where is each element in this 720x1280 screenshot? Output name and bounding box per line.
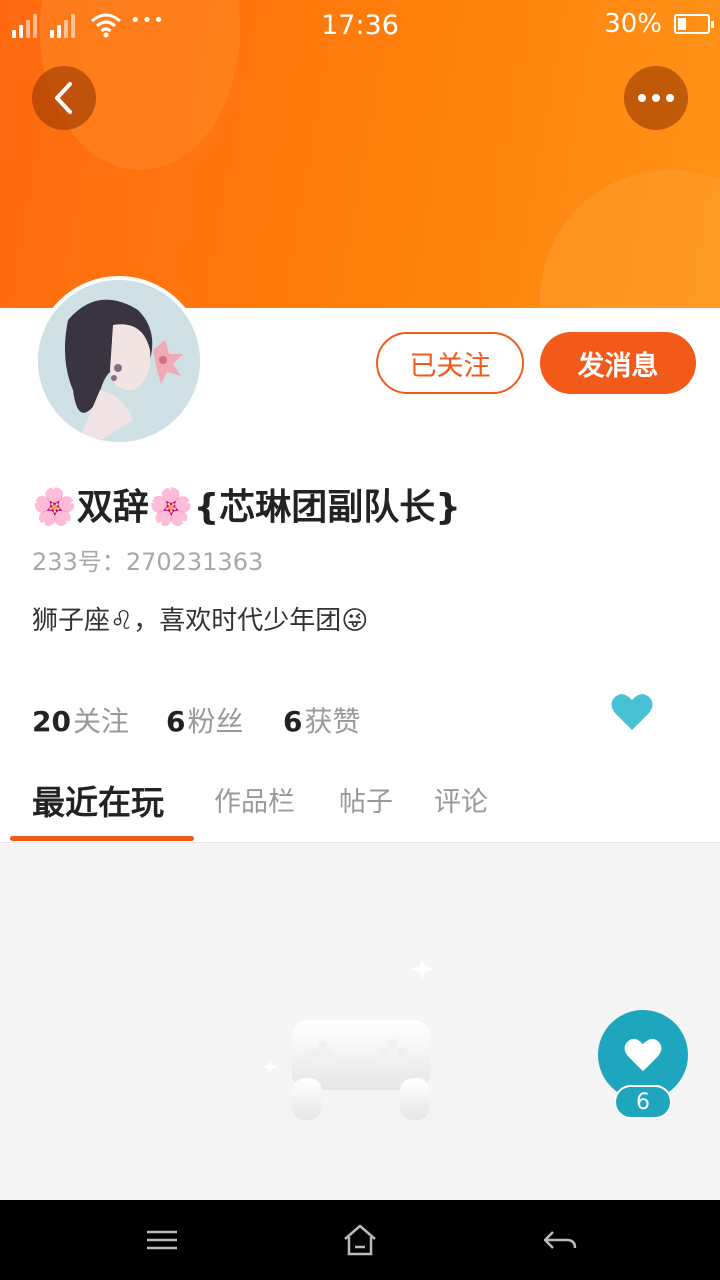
more-options-button[interactable]	[624, 66, 688, 130]
menu-icon[interactable]	[142, 1220, 182, 1260]
following-stat[interactable]: 20关注	[32, 700, 129, 740]
avatar[interactable]	[34, 276, 204, 446]
user-id-label: 233号：	[32, 548, 126, 576]
system-nav-bar	[0, 1200, 720, 1280]
home-icon[interactable]	[340, 1220, 380, 1260]
status-bar: ••• 17:36 30%	[0, 0, 720, 52]
back-button[interactable]	[32, 66, 96, 130]
likes-count: 6	[283, 705, 303, 738]
heart-icon	[624, 1038, 662, 1072]
user-id: 233号：270231363	[32, 542, 263, 577]
more-dots-icon	[638, 94, 674, 102]
user-id-value: 270231363	[125, 548, 264, 576]
likes-stat[interactable]: 6获赞	[283, 700, 361, 740]
send-message-button[interactable]: 发消息	[540, 332, 696, 394]
following-label: 关注	[72, 705, 129, 738]
followed-button[interactable]: 已关注	[376, 332, 524, 394]
following-count: 20	[32, 705, 71, 738]
username: 🌸双辞🌸{芯琳团副队长}	[32, 487, 461, 528]
tab-comments[interactable]: 评论	[434, 780, 488, 819]
followers-stat[interactable]: 6粉丝	[166, 700, 244, 740]
active-tab-indicator	[10, 836, 194, 841]
battery-icon	[674, 14, 714, 34]
battery-percent: 30%	[604, 9, 662, 39]
followers-count: 6	[166, 705, 186, 738]
heart-icon[interactable]	[610, 692, 654, 732]
gamepad-empty-icon	[263, 958, 433, 1120]
followers-label: 粉丝	[187, 705, 244, 738]
back-arrow-icon[interactable]	[540, 1220, 580, 1260]
avatar-illustration	[38, 280, 200, 442]
tab-posts[interactable]: 帖子	[339, 780, 393, 819]
header-decoration	[540, 170, 720, 308]
tab-recently-played[interactable]: 最近在玩	[32, 776, 164, 824]
tab-works[interactable]: 作品栏	[214, 780, 295, 819]
likes-label: 获赞	[304, 705, 361, 738]
like-count-badge: 6	[614, 1085, 672, 1119]
user-bio: 狮子座♌，喜欢时代少年团😜	[32, 606, 369, 636]
chevron-left-icon	[55, 82, 72, 114]
